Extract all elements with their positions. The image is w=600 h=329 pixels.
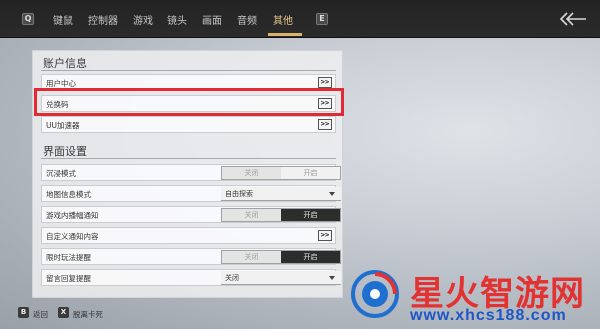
limited-play-off-option[interactable]: 关闭 — [222, 251, 281, 263]
map-info-mode-label: 地图信息模式 — [46, 190, 91, 199]
watermark-url: www.xhcs188.com — [410, 307, 567, 324]
custom-notification-open-button[interactable]: >> — [318, 230, 332, 241]
immersive-mode-toggle[interactable]: 关闭 开启 — [221, 166, 341, 180]
row-immersive-mode: 沉浸模式 关闭 开启 — [41, 164, 341, 181]
top-navigation-bar: Q 键鼠 控制器 游戏 镜头 画面 音频 其他 E — [0, 0, 600, 38]
message-reply-reminder-dropdown[interactable]: 关闭 — [221, 271, 341, 285]
tab-audio[interactable]: 音频 — [237, 12, 257, 28]
message-reply-reminder-label: 留言回复提醒 — [46, 274, 91, 283]
uu-accelerator-label: UU加速器 — [46, 121, 80, 130]
e-key-hint: E — [316, 13, 328, 25]
row-map-info-mode: 地图信息模式 自由探索 — [41, 185, 341, 202]
interface-section-title: 界面设置 — [43, 145, 87, 158]
account-section-divider — [41, 70, 336, 71]
highlight-annotation-box — [34, 88, 344, 116]
chevron-down-icon — [329, 192, 335, 196]
message-reply-reminder-value: 关闭 — [225, 274, 239, 282]
tab-controller[interactable]: 控制器 — [88, 12, 118, 28]
limited-play-reminder-label: 限时玩法提醒 — [46, 253, 91, 262]
row-message-reply-reminder: 留言回复提醒 关闭 — [41, 269, 341, 286]
row-custom-notification[interactable]: 自定义通知内容 >> — [41, 227, 336, 244]
watermark-logo-icon — [351, 270, 399, 318]
tab-camera[interactable]: 镜头 — [167, 12, 187, 28]
user-center-open-button[interactable]: >> — [318, 77, 332, 88]
ingame-broadcast-label: 游戏内播幅通知 — [46, 211, 99, 220]
limited-play-on-option[interactable]: 开启 — [281, 251, 340, 263]
tab-game[interactable]: 游戏 — [133, 12, 153, 28]
active-tab-indicator — [268, 33, 302, 36]
interface-section-divider — [41, 158, 336, 159]
unstuck-hint-label[interactable]: 脱离卡死 — [73, 309, 103, 320]
b-key-hint: B — [18, 307, 29, 318]
immersive-mode-label: 沉浸模式 — [46, 169, 76, 178]
ingame-broadcast-on-option[interactable]: 开启 — [281, 209, 340, 221]
uu-accelerator-open-button[interactable]: >> — [318, 119, 332, 130]
tab-graphics[interactable]: 画面 — [202, 12, 222, 28]
custom-notification-label: 自定义通知内容 — [46, 232, 99, 241]
back-hint-label[interactable]: 返回 — [33, 309, 48, 320]
ingame-broadcast-off-option[interactable]: 关闭 — [222, 209, 281, 221]
map-info-mode-value: 自由探索 — [225, 190, 253, 198]
chevron-down-icon — [329, 276, 335, 280]
limited-play-reminder-toggle[interactable]: 关闭 开启 — [221, 250, 341, 264]
tab-keyboard-mouse[interactable]: 键鼠 — [53, 12, 73, 28]
row-ingame-broadcast: 游戏内播幅通知 关闭 开启 — [41, 206, 341, 223]
back-arrow-icon[interactable] — [558, 9, 588, 29]
tab-other[interactable]: 其他 — [273, 12, 293, 28]
x-key-hint: X — [58, 307, 69, 318]
immersive-on-option[interactable]: 开启 — [281, 167, 340, 179]
immersive-off-option[interactable]: 关闭 — [222, 167, 281, 179]
row-limited-play-reminder: 限时玩法提醒 关闭 开启 — [41, 248, 341, 265]
account-section-title: 账户信息 — [43, 57, 87, 70]
row-uu-accelerator[interactable]: UU加速器 >> — [41, 116, 336, 133]
ingame-broadcast-toggle[interactable]: 关闭 开启 — [221, 208, 341, 222]
q-key-hint: Q — [22, 13, 34, 25]
map-info-mode-dropdown[interactable]: 自由探索 — [221, 187, 341, 201]
